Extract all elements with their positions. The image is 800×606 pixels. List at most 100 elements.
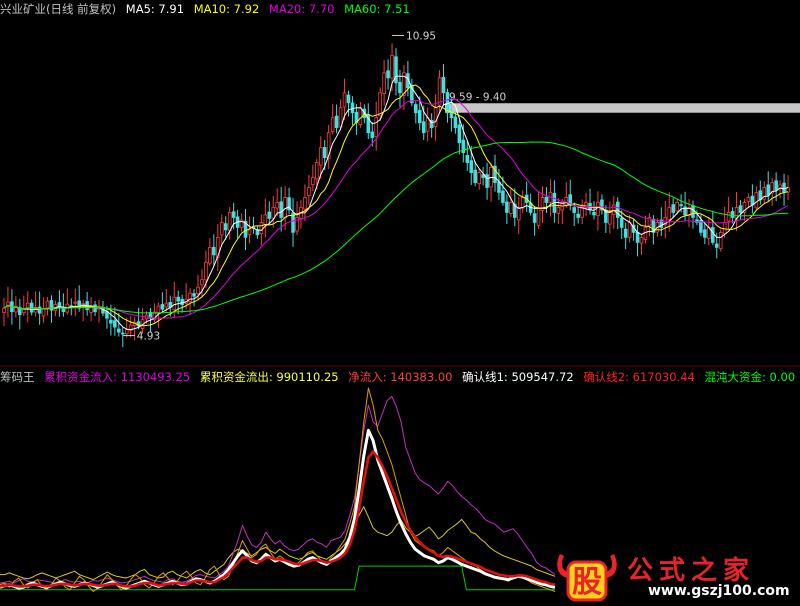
candle xyxy=(93,301,97,317)
candle-body xyxy=(536,207,541,226)
candle-body xyxy=(469,160,474,173)
candle xyxy=(394,48,398,96)
candle-body xyxy=(346,94,351,104)
candle-body xyxy=(263,214,268,226)
candle-body xyxy=(703,229,707,238)
candle-body xyxy=(473,169,477,183)
candle-body xyxy=(200,279,204,286)
candle-body xyxy=(612,204,616,215)
candle xyxy=(172,281,177,319)
candle xyxy=(746,193,751,208)
candle xyxy=(227,207,232,240)
inflow-legend: 累积资金流入: 1130493.25 xyxy=(44,370,191,384)
ma5-legend: MA5: 7.91 xyxy=(125,2,185,16)
candle-body xyxy=(580,207,584,218)
candle xyxy=(176,290,180,315)
candle-body xyxy=(212,246,216,256)
candle-body xyxy=(208,246,212,264)
candle xyxy=(219,214,224,247)
candle xyxy=(671,197,675,219)
candle-body xyxy=(532,213,537,223)
candle-body xyxy=(390,54,394,79)
candle-body xyxy=(374,117,378,138)
candle xyxy=(386,59,390,90)
candle xyxy=(255,226,260,239)
candle-body xyxy=(322,147,327,158)
candle xyxy=(287,187,291,214)
candle-body xyxy=(41,308,46,317)
candle-body xyxy=(113,320,117,328)
candle xyxy=(120,326,125,348)
candle xyxy=(465,141,470,171)
candle xyxy=(520,190,525,213)
candle-body xyxy=(315,162,319,180)
candle-body xyxy=(639,236,644,244)
candle xyxy=(81,299,85,321)
candle xyxy=(762,181,767,204)
candle-body xyxy=(627,222,632,238)
candle-body xyxy=(596,202,600,217)
candle xyxy=(382,60,386,106)
candle-body xyxy=(679,204,683,207)
candle xyxy=(247,216,252,244)
candle-body xyxy=(417,109,422,124)
candle xyxy=(263,198,268,238)
candle-body xyxy=(259,222,264,235)
candle xyxy=(346,90,351,117)
candle xyxy=(208,238,212,267)
candle xyxy=(513,188,517,227)
price-band xyxy=(445,103,800,113)
candle xyxy=(726,196,731,230)
candle-body xyxy=(691,205,695,218)
candle xyxy=(160,292,165,313)
candle-body xyxy=(441,76,446,94)
candle xyxy=(85,292,89,316)
candle xyxy=(477,169,481,190)
candle-body xyxy=(61,308,66,313)
candle-body xyxy=(307,187,311,196)
candle-body xyxy=(738,205,743,213)
candle xyxy=(366,103,371,140)
candle xyxy=(200,268,204,298)
candle-body xyxy=(615,201,620,218)
brand-url: www.gszj100.com xyxy=(648,583,790,599)
candle-body xyxy=(623,228,628,238)
brand-name: 公式之家 xyxy=(627,556,756,586)
candle-body xyxy=(334,115,339,129)
candle xyxy=(37,291,42,325)
candle xyxy=(710,211,715,245)
candle-body xyxy=(576,213,580,218)
flow-line-5 xyxy=(0,565,555,591)
candle xyxy=(326,125,331,169)
candle-body xyxy=(766,184,771,196)
candle xyxy=(754,186,759,211)
candle xyxy=(647,213,652,237)
candle xyxy=(489,162,493,202)
candle xyxy=(2,297,6,327)
candle-body xyxy=(750,195,755,206)
candle xyxy=(65,288,70,315)
candle xyxy=(608,201,612,234)
candle-body xyxy=(358,107,363,126)
candle xyxy=(29,299,34,316)
candle xyxy=(41,297,46,323)
candle-body xyxy=(124,329,129,335)
candle-body xyxy=(330,117,335,132)
candle xyxy=(73,288,78,317)
candle xyxy=(216,224,220,271)
candle xyxy=(235,209,240,239)
bull-logo-icon: 股 xyxy=(557,554,617,602)
candle-body xyxy=(283,197,287,219)
candle xyxy=(505,194,509,225)
candle xyxy=(334,104,339,134)
candle xyxy=(544,187,549,213)
candle xyxy=(374,101,378,151)
candle xyxy=(425,107,430,142)
candle-body xyxy=(754,192,759,209)
candle xyxy=(251,216,256,234)
candle xyxy=(540,186,545,224)
candle-body xyxy=(342,92,347,108)
candle xyxy=(766,171,771,202)
candle xyxy=(588,188,592,215)
candle-body xyxy=(73,301,78,304)
